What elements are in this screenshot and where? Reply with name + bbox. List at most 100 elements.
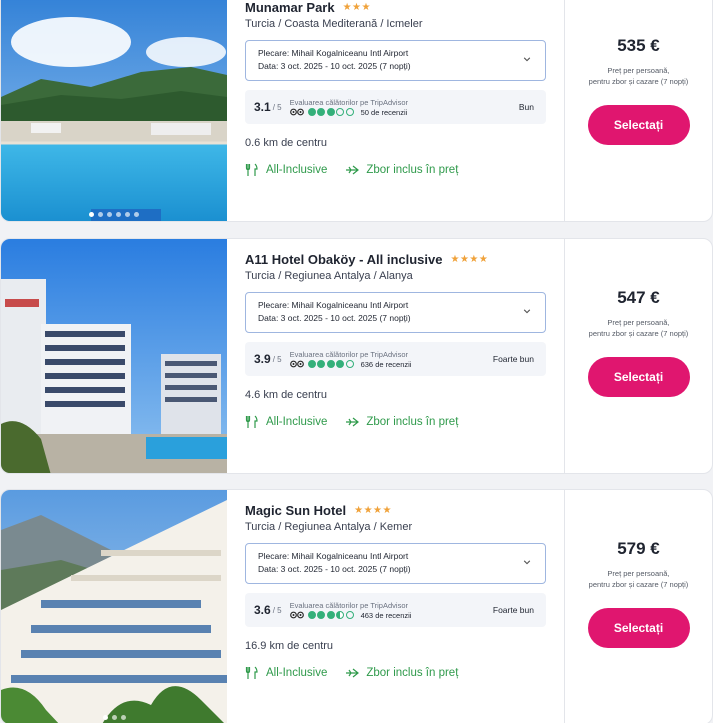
rating-bubble bbox=[345, 611, 354, 619]
rating-bubble bbox=[317, 360, 326, 368]
rating-label: Evaluarea călătorilor pe TripAdvisor bbox=[289, 97, 408, 107]
rating-verdict: Bun bbox=[518, 102, 534, 112]
rating-label: Evaluarea călătorilor pe TripAdvisor bbox=[289, 349, 408, 359]
hotel-card[interactable]: A11 Hotel Obaköy - All inclusive ★★★★ Tu… bbox=[0, 238, 713, 474]
tripadvisor-icon bbox=[289, 360, 304, 368]
chevron-down-icon bbox=[523, 309, 531, 314]
feature-label: All-Inclusive bbox=[266, 416, 328, 428]
rating-score: 3.9 bbox=[254, 352, 271, 366]
hotel-name[interactable]: Munamar Park bbox=[245, 0, 335, 15]
price-note: Preț per persoană, pentru zbor și cazare… bbox=[589, 65, 689, 87]
hotel-photo-image bbox=[1, 0, 227, 221]
rating-verdict: Foarte bun bbox=[492, 605, 534, 615]
hotel-name[interactable]: Magic Sun Hotel bbox=[245, 503, 346, 518]
hotel-location: Turcia / Coasta Mediterană / Icmeler bbox=[245, 18, 423, 30]
hotel-card[interactable]: Magic Sun Hotel ★★★★ Turcia / Regiunea A… bbox=[0, 489, 713, 723]
carousel-dot[interactable] bbox=[107, 212, 112, 217]
feature-label: All-Inclusive bbox=[266, 164, 328, 176]
price-note-line: pentru zbor și cazare (7 nopți) bbox=[588, 329, 689, 338]
feature-all-inclusive: All-Inclusive bbox=[245, 415, 327, 429]
all-inclusive-icon bbox=[245, 163, 258, 176]
hotel-stars: ★★★★ bbox=[354, 504, 392, 516]
feature-flight-included: Zbor inclus în preț bbox=[345, 163, 458, 177]
flight-icon bbox=[346, 165, 360, 175]
rating-bubble bbox=[336, 611, 345, 619]
rating-bubbles bbox=[307, 108, 354, 116]
rating-score: 3.1 bbox=[254, 100, 271, 114]
price-note-line: pentru zbor și cazare (7 nopți) bbox=[588, 580, 689, 589]
rating-verdict: Foarte bun bbox=[492, 354, 534, 364]
flight-details-dropdown[interactable]: Plecare: Mihail Kogalniceanu Intl Airpor… bbox=[245, 543, 546, 584]
flight-details-dropdown[interactable]: Plecare: Mihail Kogalniceanu Intl Airpor… bbox=[245, 292, 546, 333]
rating-max: / 5 bbox=[272, 102, 282, 112]
review-count[interactable]: 463 de recenzii bbox=[361, 611, 412, 620]
carousel-dot[interactable] bbox=[125, 212, 130, 217]
hotel-photo-image bbox=[1, 490, 227, 723]
hotel-location: Turcia / Regiunea Antalya / Kemer bbox=[245, 521, 413, 533]
hotel-info: Magic Sun Hotel ★★★★ Turcia / Regiunea A… bbox=[227, 490, 565, 723]
features-list: All-Inclusive Zbor inclus în preț bbox=[245, 415, 546, 429]
price-column: 547 € Preț per persoană, pentru zbor și … bbox=[565, 239, 712, 473]
hotel-stars: ★★★★ bbox=[450, 253, 489, 265]
rating-bubble bbox=[317, 108, 326, 116]
feature-label: Zbor inclus în preț bbox=[366, 416, 459, 428]
carousel-dot[interactable] bbox=[98, 212, 103, 217]
photo-carousel-dots[interactable] bbox=[1, 212, 227, 217]
feature-label: All-Inclusive bbox=[266, 667, 328, 679]
hotel-card[interactable]: Munamar Park ★★★ Turcia / Coasta Mediter… bbox=[0, 0, 713, 222]
carousel-dot[interactable] bbox=[120, 715, 126, 720]
feature-label: Zbor inclus în preț bbox=[366, 667, 459, 679]
chevron-down-icon bbox=[523, 57, 531, 62]
price-column: 535 € Preț per persoană, pentru zbor și … bbox=[565, 0, 712, 221]
rating-bubble bbox=[307, 360, 316, 368]
select-button[interactable]: Selectați bbox=[587, 357, 690, 397]
rating-max: / 5 bbox=[272, 605, 282, 615]
price-note-line: Preț per persoană, bbox=[607, 66, 670, 75]
tripadvisor-icon bbox=[289, 611, 304, 619]
travel-dates: Data: 3 oct. 2025 - 10 oct. 2025 (7 nopț… bbox=[258, 312, 411, 323]
distance-to-center: 16.9 km de centru bbox=[245, 640, 334, 652]
hotel-photo[interactable] bbox=[1, 490, 227, 723]
flight-icon bbox=[346, 417, 360, 427]
review-count[interactable]: 636 de recenzii bbox=[361, 360, 412, 369]
rating-score: 3.6 bbox=[254, 603, 271, 617]
price-note-line: Preț per persoană, bbox=[607, 569, 670, 578]
tripadvisor-icon bbox=[289, 108, 304, 116]
price-column: 579 € Preț per persoană, pentru zbor și … bbox=[565, 490, 712, 723]
carousel-dot[interactable] bbox=[111, 715, 117, 720]
price: 535 € bbox=[617, 36, 660, 55]
travel-dates: Data: 3 oct. 2025 - 10 oct. 2025 (7 nopț… bbox=[258, 60, 411, 71]
carousel-dot[interactable] bbox=[134, 212, 139, 217]
departure-airport: Plecare: Mihail Kogalniceanu Intl Airpor… bbox=[258, 48, 409, 58]
carousel-dot[interactable] bbox=[116, 212, 121, 217]
hotel-stars: ★★★ bbox=[342, 1, 371, 13]
travel-dates: Data: 3 oct. 2025 - 10 oct. 2025 (7 nopț… bbox=[258, 563, 411, 574]
select-button[interactable]: Selectați bbox=[587, 608, 690, 648]
chevron-down-icon bbox=[523, 560, 531, 565]
price-note-line: Preț per persoană, bbox=[607, 318, 670, 327]
hotel-photo[interactable] bbox=[1, 239, 227, 473]
price: 579 € bbox=[617, 539, 660, 558]
carousel-dot[interactable] bbox=[89, 212, 94, 217]
price-note: Preț per persoană, pentru zbor și cazare… bbox=[589, 568, 689, 590]
distance-to-center: 4.6 km de centru bbox=[245, 389, 327, 401]
review-count[interactable]: 50 de recenzii bbox=[361, 108, 408, 117]
departure-airport: Plecare: Mihail Kogalniceanu Intl Airpor… bbox=[258, 551, 409, 561]
rating-bubbles bbox=[307, 360, 354, 368]
tripadvisor-rating: 3.9 / 5 Evaluarea călătorilor pe TripAdv… bbox=[245, 342, 546, 376]
photo-carousel-dots[interactable] bbox=[1, 715, 227, 720]
select-button[interactable]: Selectați bbox=[587, 105, 690, 145]
rating-bubble bbox=[317, 611, 326, 619]
rating-bubble bbox=[345, 108, 354, 116]
tripadvisor-rating: 3.1 / 5 Evaluarea călătorilor pe TripAdv… bbox=[245, 90, 546, 124]
hotel-name[interactable]: A11 Hotel Obaköy - All inclusive bbox=[245, 252, 442, 267]
feature-flight-included: Zbor inclus în preț bbox=[345, 415, 458, 429]
flight-details-dropdown[interactable]: Plecare: Mihail Kogalniceanu Intl Airpor… bbox=[245, 40, 546, 81]
rating-label: Evaluarea călătorilor pe TripAdvisor bbox=[289, 600, 408, 610]
all-inclusive-icon bbox=[245, 415, 258, 428]
rating-bubble bbox=[307, 611, 316, 619]
price: 547 € bbox=[617, 288, 660, 307]
carousel-dot[interactable] bbox=[102, 715, 108, 720]
hotel-photo[interactable] bbox=[1, 0, 227, 221]
hotel-info: Munamar Park ★★★ Turcia / Coasta Mediter… bbox=[227, 0, 565, 221]
